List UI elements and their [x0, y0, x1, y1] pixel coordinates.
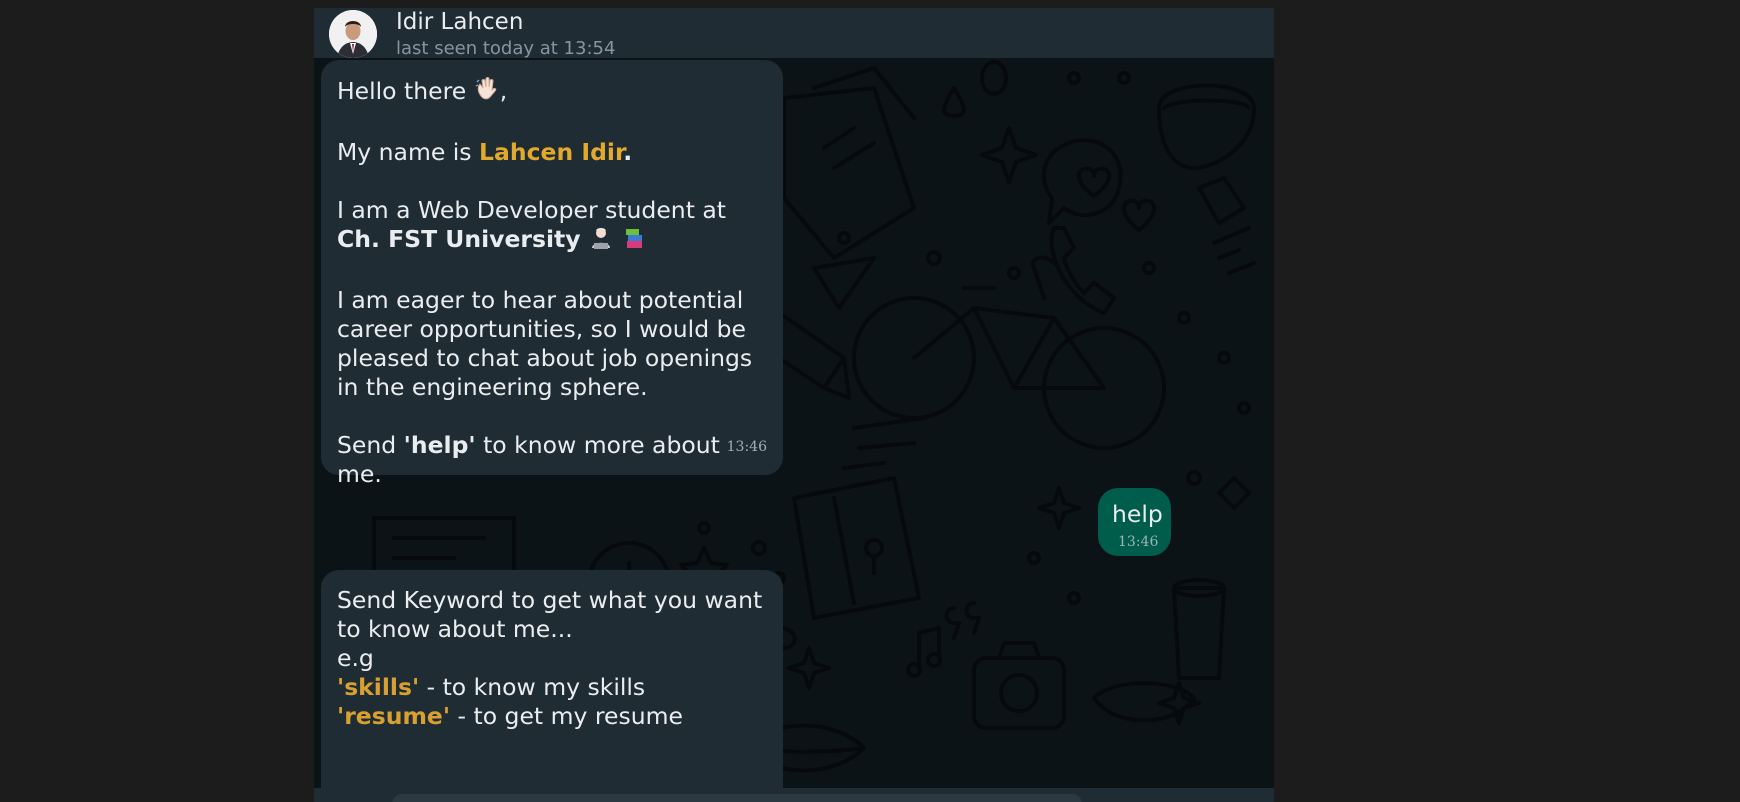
chat-messages-area[interactable]: Hello there , My name is Lahcen Idir. I …: [314, 58, 1274, 796]
message-bubble-help[interactable]: help 13:46: [1098, 488, 1171, 556]
keyword-item-resume: 'resume' - to get my resume: [337, 702, 767, 731]
help-message-text: help: [1112, 500, 1163, 528]
keyword-resume: 'resume': [337, 702, 451, 730]
intro-name-suffix: .: [623, 138, 633, 166]
composer-bar: [314, 788, 1274, 802]
intro-name-line: My name is Lahcen Idir.: [337, 138, 767, 167]
waving-hand-icon: [474, 76, 500, 109]
message-bubble-keywords[interactable]: Send Keyword to get what you want to kno…: [321, 570, 783, 796]
keywords-eg: e.g: [337, 644, 374, 672]
intro-university-line: Ch. FST University: [337, 225, 767, 257]
intro-send-keyword: 'help': [403, 431, 476, 459]
avatar[interactable]: [329, 10, 377, 58]
keyword-skills-desc: - to know my skills: [419, 673, 646, 701]
intro-greeting: Hello there: [337, 77, 467, 105]
keywords-intro-text: Send Keyword to get what you want to kno…: [337, 586, 763, 643]
keyword-item-skills: 'skills' - to know my skills: [337, 673, 767, 702]
message-timestamp: 13:46: [726, 439, 767, 455]
intro-send-prefix: Send: [337, 431, 404, 459]
keyword-resume-desc: - to get my resume: [450, 702, 683, 730]
chat-header[interactable]: Idir Lahcen last seen today at 13:54: [314, 8, 1274, 59]
intro-name-prefix: My name is: [337, 138, 480, 166]
intro-eager-text: I am eager to hear about potential caree…: [337, 286, 753, 401]
chat-window: Idir Lahcen last seen today at 13:54 Hel…: [314, 8, 1274, 802]
message-input[interactable]: [392, 794, 1082, 802]
intro-study-line: I am a Web Developer student at: [337, 196, 726, 224]
help-message-timestamp: 13:46: [1118, 534, 1159, 550]
last-seen-status: last seen today at 13:54: [396, 38, 616, 59]
intro-greeting-line: Hello there ,: [337, 76, 767, 109]
keyword-skills: 'skills': [337, 673, 420, 701]
intro-name-highlight: Lahcen Idir: [479, 138, 624, 166]
message-bubble-intro[interactable]: Hello there , My name is Lahcen Idir. I …: [321, 60, 783, 488]
contact-name[interactable]: Idir Lahcen: [396, 8, 523, 36]
books-icon: [622, 226, 648, 257]
intro-university: Ch. FST University: [337, 225, 581, 253]
technologist-icon: [588, 226, 614, 257]
intro-send-line: Send 'help' to know more about me.: [337, 431, 767, 489]
